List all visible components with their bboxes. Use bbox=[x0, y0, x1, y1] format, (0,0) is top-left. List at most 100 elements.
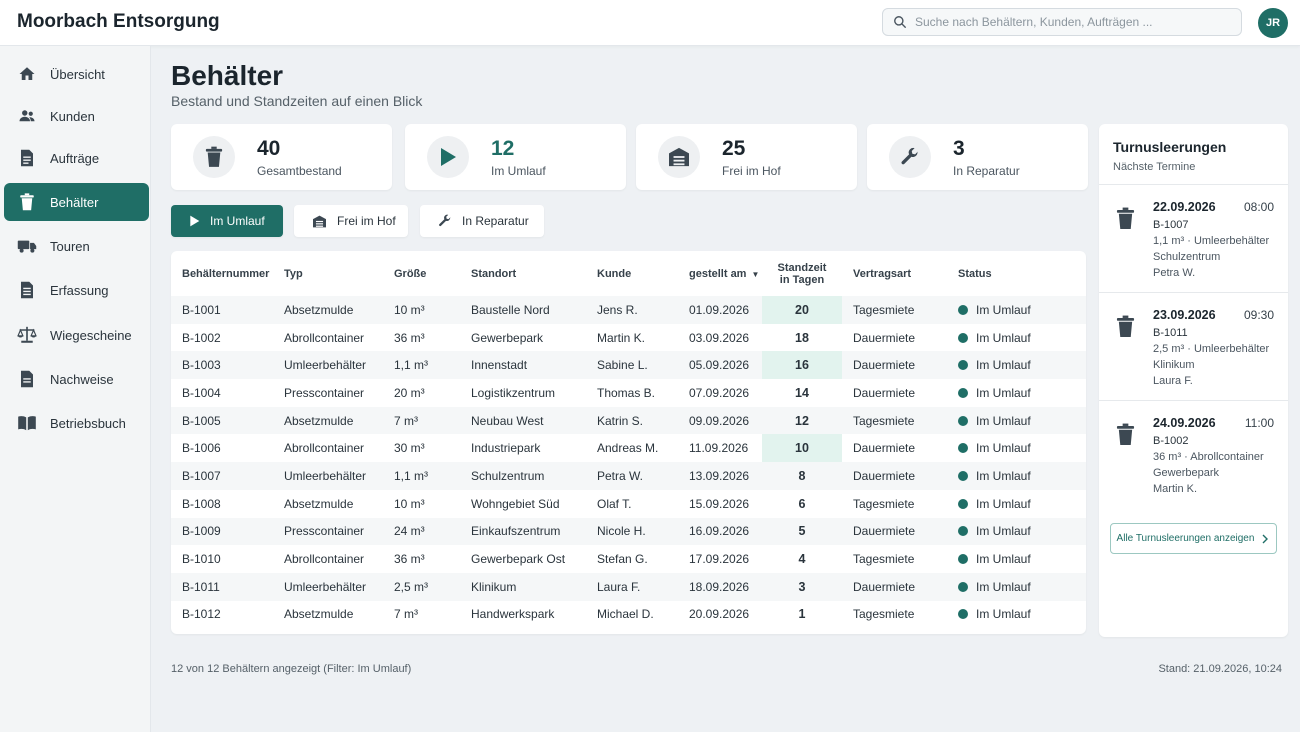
wrench-icon bbox=[438, 214, 452, 228]
appointment-item[interactable]: 22.09.2026 08:00 B-1007 1,1 m³ · Umleerb… bbox=[1099, 184, 1288, 292]
cell-size: 7 m³ bbox=[394, 607, 418, 622]
sidebar-item-erfassung[interactable]: Erfassung bbox=[4, 271, 149, 309]
col-header-date[interactable]: gestellt am ▼ bbox=[678, 251, 762, 296]
sidebar-item-label: Erfassung bbox=[50, 282, 109, 298]
cell-type: Abrollcontainer bbox=[284, 441, 365, 456]
cell-days: 20 bbox=[762, 296, 842, 324]
cell-customer: Michael D. bbox=[597, 607, 654, 622]
col-header-id[interactable]: Behälternummer bbox=[171, 251, 273, 296]
cell-location: Klinikum bbox=[460, 572, 586, 601]
col-header-days-line1: Standzeit bbox=[777, 261, 827, 274]
table-row[interactable]: B-1008 Absetzmulde 10 m³ Wohngebiet Süd Olaf… bbox=[171, 490, 1086, 518]
appointment-item[interactable]: 24.09.2026 11:00 B-1002 36 m³ · Abrollco… bbox=[1099, 400, 1288, 508]
table-row[interactable]: B-1006 Abrollcontainer 30 m³ Industriepark A… bbox=[171, 434, 1086, 463]
cell-type: Abrollcontainer bbox=[284, 330, 365, 345]
status-text: Im Umlauf bbox=[976, 496, 1031, 511]
truck-icon bbox=[17, 236, 37, 256]
appointment-location: Gewerbepark bbox=[1153, 467, 1220, 479]
sidebar-item-wiegescheine[interactable]: Wiegescheine bbox=[4, 316, 149, 354]
user-avatar[interactable]: JR bbox=[1258, 8, 1288, 38]
garage-icon bbox=[658, 136, 700, 178]
sidebar-item-betriebsbuch[interactable]: Betriebsbuch bbox=[4, 404, 149, 442]
cell-date: 05.09.2026 bbox=[678, 351, 762, 380]
cell-id: B-1009 bbox=[171, 517, 273, 546]
cell-type: Umleerbehälter bbox=[273, 572, 383, 601]
sidebar-item-label: Nachweise bbox=[50, 371, 114, 387]
cell-days: 10 bbox=[762, 434, 842, 463]
cell-size: 2,5 m³ bbox=[383, 572, 460, 601]
cell-location: Baustelle Nord bbox=[460, 296, 586, 324]
col-header-type[interactable]: Typ bbox=[273, 251, 383, 296]
cell-customer: Olaf T. bbox=[597, 496, 632, 511]
filter-free-yard[interactable]: Frei im Hof bbox=[294, 205, 408, 237]
col-header-customer[interactable]: Kunde bbox=[586, 251, 678, 296]
trash-bin-icon bbox=[1116, 315, 1135, 343]
table-row[interactable]: B-1011 Umleerbehälter 2,5 m³ Klinikum Laura … bbox=[171, 572, 1086, 601]
cell-location: Innenstadt bbox=[460, 351, 586, 380]
cell-contract: Dauermiete bbox=[853, 330, 916, 345]
status-dot-icon bbox=[958, 304, 968, 315]
search-input[interactable] bbox=[915, 15, 1225, 29]
cell-id: B-1007 bbox=[171, 462, 273, 490]
sidebar-item-kunden[interactable]: Kunden bbox=[4, 97, 149, 135]
cell-date: 15.09.2026 bbox=[689, 496, 750, 511]
table-row[interactable]: B-1007 Umleerbehälter 1,1 m³ Schulzentrum Pe… bbox=[171, 462, 1086, 490]
sidebar-item-auftraege[interactable]: Aufträge bbox=[4, 139, 149, 177]
cell-type: Presscontainer bbox=[284, 385, 365, 400]
col-header-status[interactable]: Status bbox=[947, 251, 1086, 296]
cell-customer: Stefan G. bbox=[597, 552, 648, 567]
cell-days: 6 bbox=[798, 496, 806, 511]
table-row[interactable]: B-1001 Absetzmulde 10 m³ Baustelle Nord Jens… bbox=[171, 296, 1086, 324]
sidebar-item-nachweise[interactable]: Nachweise bbox=[4, 360, 149, 398]
cell-days: 4 bbox=[798, 552, 806, 567]
cell-days: 8 bbox=[762, 462, 842, 490]
col-header-days[interactable]: Standzeit in Tagen bbox=[762, 251, 842, 296]
sidebar-item-behaelter[interactable]: Behälter bbox=[4, 183, 149, 221]
table-row[interactable]: B-1003 Umleerbehälter 1,1 m³ Innenstadt Sabi… bbox=[171, 351, 1086, 380]
stat-label: Frei im Hof bbox=[722, 164, 781, 178]
search-box[interactable] bbox=[882, 8, 1242, 36]
appointment-container-id: B-1007 bbox=[1153, 219, 1189, 231]
table-row[interactable]: B-1002 Abrollcontainer 36 m³ Gewerbepark Mar… bbox=[171, 324, 1086, 352]
cell-contract: Dauermiete bbox=[842, 351, 947, 380]
cell-id: B-1008 bbox=[182, 496, 221, 511]
book-icon bbox=[17, 413, 37, 433]
appointment-item[interactable]: 23.09.2026 09:30 B-1011 2,5 m³ · Umleerb… bbox=[1099, 292, 1288, 400]
cell-customer: Nicole H. bbox=[586, 517, 678, 546]
cell-status: Im Umlauf bbox=[947, 517, 1086, 546]
cell-type: Presscontainer bbox=[273, 517, 383, 546]
filter-repair[interactable]: In Reparatur bbox=[420, 205, 544, 237]
cell-contract: Tagesmiete bbox=[853, 552, 915, 567]
table-row[interactable]: B-1005 Absetzmulde 7 m³ Neubau West Katrin S… bbox=[171, 406, 1086, 435]
table-row[interactable]: B-1009 Presscontainer 24 m³ Einkaufszentrum… bbox=[171, 517, 1086, 546]
cell-customer: Martin K. bbox=[597, 330, 646, 345]
cell-id: B-1006 bbox=[182, 441, 221, 456]
table-row[interactable]: B-1012 Absetzmulde 7 m³ Handwerkspark Michae… bbox=[171, 601, 1086, 629]
cell-customer: Katrin S. bbox=[586, 406, 678, 435]
show-all-appointments-button[interactable]: Alle Turnusleerungen anzeigen bbox=[1110, 523, 1277, 554]
table-row[interactable]: B-1004 Presscontainer 20 m³ Logistikzentrum… bbox=[171, 379, 1086, 407]
col-header-size[interactable]: Größe bbox=[383, 251, 460, 296]
table-row[interactable]: B-1010 Abrollcontainer 36 m³ Gewerbepark Os… bbox=[171, 545, 1086, 573]
cell-status: Im Umlauf bbox=[947, 490, 1086, 518]
col-header-location[interactable]: Standort bbox=[460, 251, 586, 296]
col-header-contract[interactable]: Vertragsart bbox=[842, 251, 947, 296]
status-dot-icon bbox=[958, 415, 968, 426]
status-dot-icon bbox=[958, 609, 968, 620]
sidebar-item-label: Wiegescheine bbox=[50, 327, 132, 343]
page-title: Behälter bbox=[171, 60, 284, 91]
cell-date: 18.09.2026 bbox=[678, 572, 762, 601]
garage-icon bbox=[312, 215, 327, 228]
appointment-detail: 1,1 m³ · Umleerbehälter bbox=[1153, 235, 1270, 247]
filter-in-circulation[interactable]: Im Umlauf bbox=[171, 205, 283, 237]
scale-icon bbox=[17, 325, 37, 345]
cell-contract: Tagesmiete bbox=[842, 406, 947, 435]
status-dot-icon bbox=[958, 470, 968, 481]
sidebar-item-uebersicht[interactable]: Übersicht bbox=[4, 55, 149, 93]
cell-type: Absetzmulde bbox=[273, 296, 383, 324]
cell-date: 16.09.2026 bbox=[678, 517, 762, 546]
appointment-location: Schulzentrum bbox=[1153, 251, 1221, 263]
cell-contract: Tagesmiete bbox=[853, 496, 915, 511]
cell-contract: Dauermiete bbox=[853, 441, 916, 456]
sidebar-item-touren[interactable]: Touren bbox=[4, 227, 149, 265]
